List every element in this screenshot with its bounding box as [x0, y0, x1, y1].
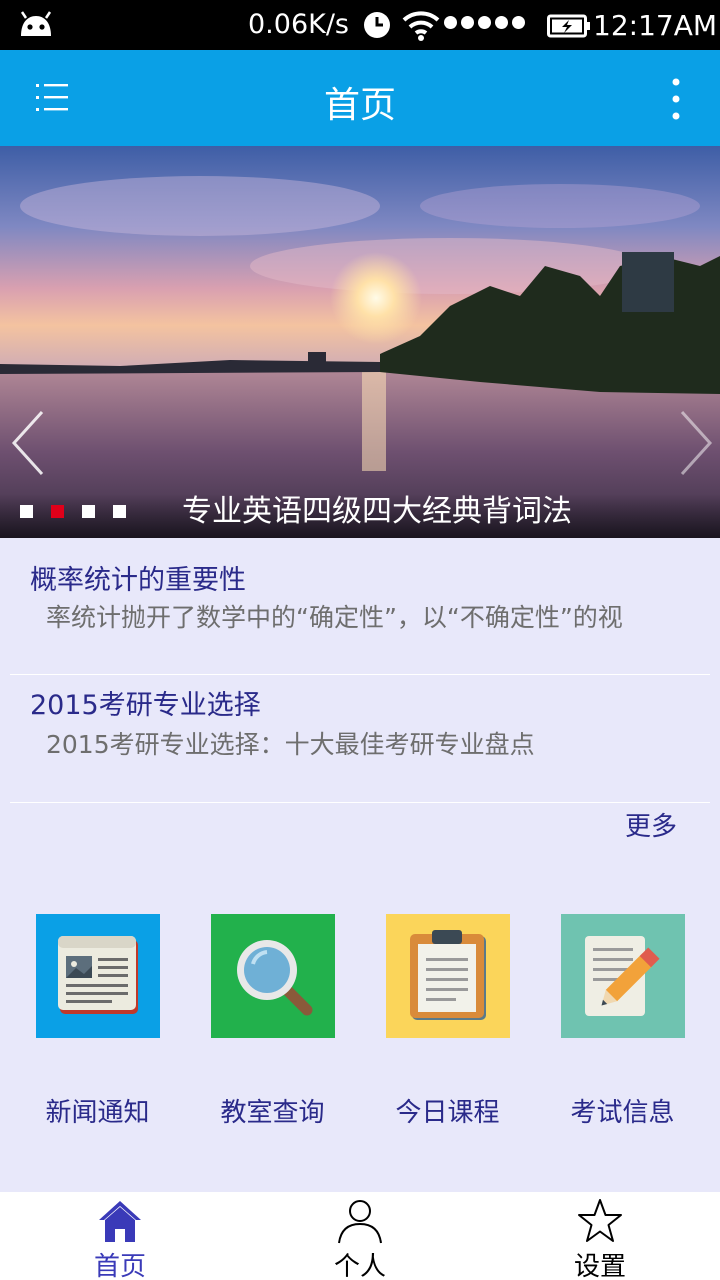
person-icon	[338, 1200, 382, 1244]
tile-label: 新闻通知	[45, 1098, 150, 1128]
status-time: 12:17AM	[593, 9, 718, 42]
nav-item-personal[interactable]: 个人	[240, 1192, 480, 1280]
nav-item-home[interactable]: 首页	[0, 1192, 240, 1280]
banner-caption[interactable]: 专业英语四级四大经典背词法	[182, 486, 572, 530]
banner-image	[0, 146, 720, 538]
carousel-dot[interactable]	[82, 505, 95, 518]
nav-label: 设置	[573, 1252, 626, 1280]
network-speed: 0.06K/s	[248, 9, 349, 40]
news-title: 2015考研专业选择	[30, 690, 261, 721]
carousel-dot[interactable]	[113, 505, 126, 518]
carousel-dot-active[interactable]	[51, 505, 64, 518]
carousel-indicator	[20, 505, 126, 518]
page-title: 首页	[323, 85, 396, 126]
nav-label: 个人	[333, 1252, 386, 1280]
list-item[interactable]: 2015考研专业选择 2015考研专业选择：十大最佳考研专业盘点	[0, 675, 720, 802]
today-course-tile[interactable]	[386, 914, 510, 1038]
banner-carousel[interactable]	[0, 146, 720, 538]
newspaper-icon	[58, 936, 138, 1014]
wifi-icon	[402, 11, 440, 41]
news-summary: 率统计抛开了数学中的“确定性”，以“不确定性”的视	[46, 603, 623, 632]
pencil-note-icon	[585, 936, 660, 1016]
tile-label: 今日课程	[395, 1098, 500, 1128]
battery-charging-icon	[547, 14, 590, 38]
news-notice-tile[interactable]	[36, 914, 160, 1038]
android-icon	[20, 11, 52, 36]
carousel-prev-icon[interactable]	[8, 408, 48, 478]
classroom-search-tile[interactable]	[211, 914, 335, 1038]
news-title: 概率统计的重要性	[30, 565, 246, 596]
home-icon	[99, 1201, 141, 1242]
clipboard-icon	[410, 930, 486, 1020]
list-item[interactable]: 概率统计的重要性 率统计抛开了数学中的“确定性”，以“不确定性”的视	[0, 538, 720, 674]
bottom-nav: 首页 个人 设置	[0, 1192, 720, 1280]
tile-label: 教室查询	[220, 1098, 325, 1128]
more-vertical-icon[interactable]	[664, 76, 688, 122]
nav-item-settings[interactable]: 设置	[480, 1192, 720, 1280]
status-bar: 0.06K/s 12:17AM	[0, 0, 720, 50]
nav-label: 首页	[93, 1252, 146, 1280]
tile-label: 考试信息	[570, 1098, 675, 1128]
app-bar: 首页	[0, 50, 720, 146]
news-summary: 2015考研专业选择：十大最佳考研专业盘点	[46, 730, 535, 759]
exam-info-tile[interactable]	[561, 914, 685, 1038]
divider	[10, 802, 710, 803]
carousel-dot[interactable]	[20, 505, 33, 518]
signal-dots-icon	[444, 16, 525, 29]
more-link[interactable]: 更多	[625, 806, 677, 843]
magnifier-icon	[237, 940, 313, 1016]
carousel-next-icon[interactable]	[676, 408, 716, 478]
clock-icon	[364, 12, 390, 38]
star-icon	[578, 1199, 622, 1242]
